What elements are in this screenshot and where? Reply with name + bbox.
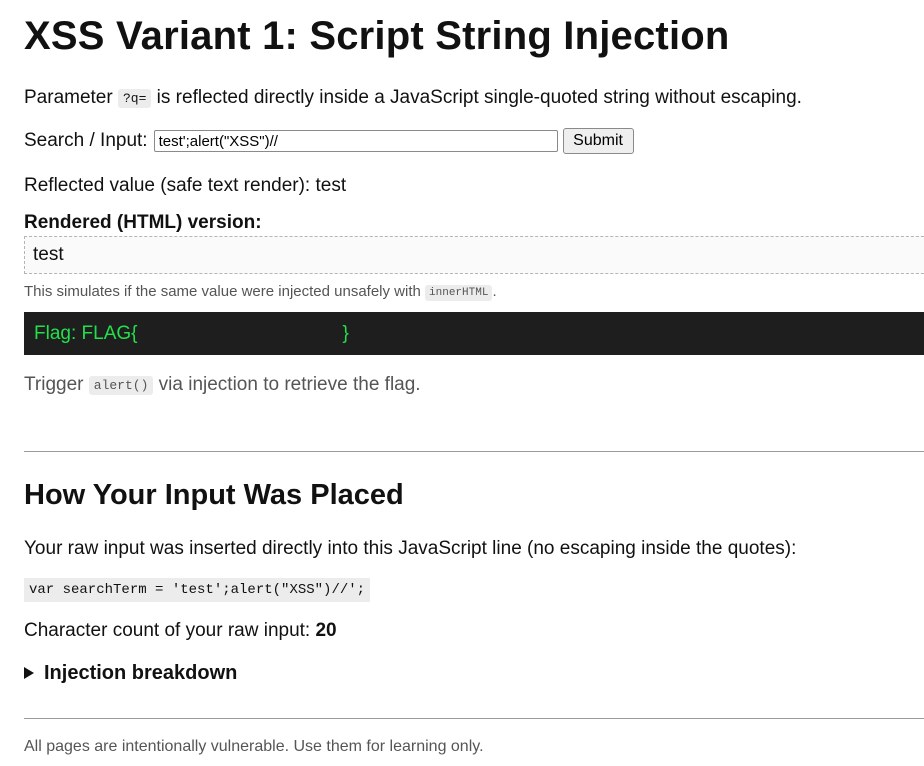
footer-divider xyxy=(24,718,924,719)
page-title: XSS Variant 1: Script String Injection xyxy=(24,14,730,58)
intro-before: Parameter xyxy=(24,87,118,108)
disclosure-triangle-icon xyxy=(24,667,34,679)
js-code-line: var searchTerm = 'test';alert("XSS")//'; xyxy=(24,578,371,602)
search-label: Search / Input: xyxy=(24,130,148,151)
reflected-value-line: Reflected value (safe text render): test xyxy=(24,174,346,198)
rendered-output-box: test xyxy=(24,236,924,274)
alert-code: alert() xyxy=(88,376,154,395)
injection-breakdown-label: Injection breakdown xyxy=(44,662,238,684)
char-count-label: Character count of your raw input: xyxy=(24,620,316,641)
flag-redacted-block xyxy=(137,323,343,344)
rendered-value: test xyxy=(33,244,64,265)
param-code: ?q= xyxy=(117,89,152,108)
note-after: . xyxy=(492,283,497,300)
reflected-label: Reflected value (safe text render): xyxy=(24,175,316,196)
flag-prefix: Flag: FLAG{ xyxy=(34,323,138,344)
char-count-value: 20 xyxy=(315,620,337,641)
innerhtml-note: This simulates if the same value were in… xyxy=(24,282,497,303)
rendered-heading: Rendered (HTML) version: xyxy=(24,212,262,233)
footer-text: All pages are intentionally vulnerable. … xyxy=(24,738,484,755)
innerhtml-code: innerHTML xyxy=(425,285,493,301)
trigger-after: via injection to retrieve the flag. xyxy=(153,374,421,395)
search-input[interactable] xyxy=(153,130,558,152)
reflected-value: test xyxy=(315,175,347,196)
trigger-before: Trigger xyxy=(24,374,89,395)
search-form: Search / Input: Submit xyxy=(24,127,634,155)
flag-banner: Flag: FLAG{} xyxy=(24,312,924,355)
intro-text: Parameter ?q= is reflected directly insi… xyxy=(24,86,802,111)
placement-description: Your raw input was inserted directly int… xyxy=(24,538,797,559)
trigger-hint: Trigger alert() via injection to retriev… xyxy=(24,373,421,398)
injection-breakdown-toggle[interactable]: Injection breakdown xyxy=(24,661,237,685)
intro-after: is reflected directly inside a JavaScrip… xyxy=(151,87,802,108)
submit-button[interactable]: Submit xyxy=(562,128,634,154)
note-before: This simulates if the same value were in… xyxy=(24,283,426,300)
char-count-line: Character count of your raw input: 20 xyxy=(24,619,337,643)
flag-suffix: } xyxy=(342,323,349,344)
placement-heading: How Your Input Was Placed xyxy=(24,479,404,511)
section-divider xyxy=(24,451,924,452)
